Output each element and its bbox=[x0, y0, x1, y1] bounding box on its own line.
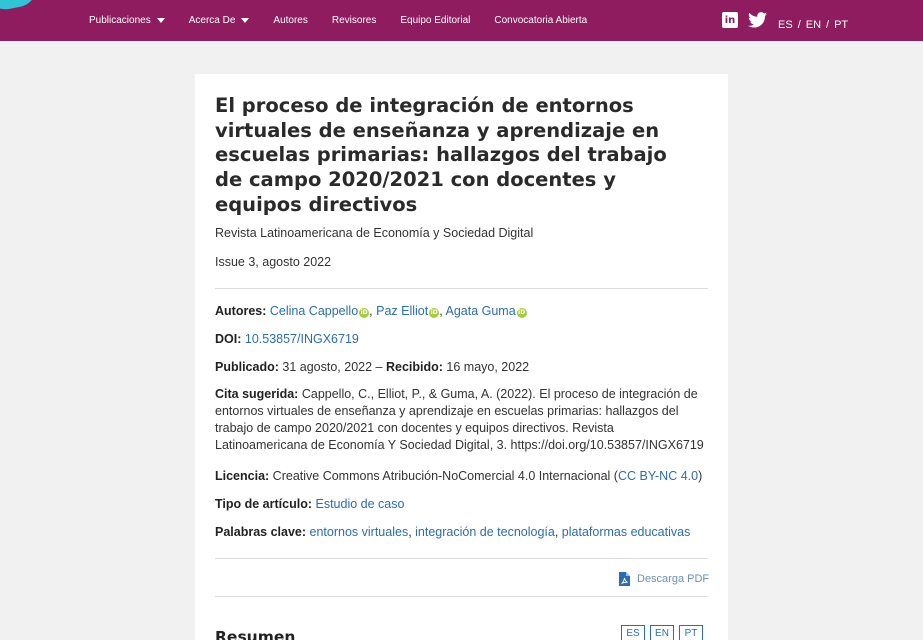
citation-label: Cita sugerida: bbox=[215, 387, 299, 401]
authors-label: Autores: bbox=[215, 304, 267, 318]
author-link[interactable]: Agata Guma bbox=[445, 304, 515, 318]
lang-es[interactable]: ES bbox=[778, 19, 793, 31]
author-link[interactable]: Celina Cappello bbox=[270, 304, 358, 318]
pdf-file-icon bbox=[619, 572, 630, 586]
lang-separator: / bbox=[826, 19, 830, 31]
article-type-link[interactable]: Estudio de caso bbox=[315, 497, 404, 511]
license-link[interactable]: CC BY-NC 4.0 bbox=[618, 469, 698, 483]
nav-equipo-editorial[interactable]: Equipo Editorial bbox=[400, 15, 470, 26]
issue-info: Issue 3, agosto 2022 bbox=[215, 255, 332, 269]
orcid-icon[interactable]: iD bbox=[429, 308, 440, 318]
doi-label: DOI: bbox=[215, 332, 242, 346]
published-date: 31 agosto, 2022 bbox=[282, 360, 373, 374]
license-row: Licencia: Creative Commons Atribución-No… bbox=[215, 468, 708, 485]
license-close: ) bbox=[698, 469, 703, 483]
main-nav: Publicaciones Acerca De Autores Revisore… bbox=[89, 0, 611, 41]
doi-row: DOI: 10.53857/INGX6719 bbox=[215, 331, 708, 348]
received-date: 16 mayo, 2022 bbox=[446, 360, 530, 374]
keywords-label: Palabras clave: bbox=[215, 525, 307, 539]
top-navbar: Publicaciones Acerca De Autores Revisore… bbox=[0, 0, 923, 41]
doi-link[interactable]: 10.53857/INGX6719 bbox=[245, 332, 359, 346]
download-pdf-link[interactable]: Descarga PDF bbox=[619, 572, 709, 586]
published-label: Publicado: bbox=[215, 360, 279, 374]
date-separator: – bbox=[375, 360, 383, 374]
article-card: El proceso de integración de entornos vi… bbox=[195, 74, 728, 640]
chevron-down-icon bbox=[156, 18, 165, 23]
orcid-icon[interactable]: iD bbox=[359, 308, 370, 318]
keywords-row: Palabras clave: entornos virtuales, inte… bbox=[215, 525, 691, 539]
language-switcher: ES / EN / PT bbox=[778, 19, 853, 31]
nav-publicaciones[interactable]: Publicaciones bbox=[89, 15, 165, 26]
nav-convocatoria-abierta[interactable]: Convocatoria Abierta bbox=[494, 15, 587, 26]
divider bbox=[215, 288, 708, 289]
author-link[interactable]: Paz Elliot bbox=[376, 304, 428, 318]
linkedin-icon[interactable]: in bbox=[722, 12, 738, 28]
summary-language-buttons: ES EN PT bbox=[621, 625, 708, 640]
summary-lang-en-button[interactable]: EN bbox=[650, 625, 674, 640]
download-pdf-label: Descarga PDF bbox=[637, 573, 710, 585]
article-title: El proceso de integración de entornos vi… bbox=[215, 94, 667, 216]
site-logo[interactable] bbox=[0, 0, 42, 14]
twitter-icon[interactable] bbox=[748, 12, 767, 28]
summary-heading: Resumen bbox=[215, 628, 296, 640]
nav-autores[interactable]: Autores bbox=[273, 15, 307, 26]
divider bbox=[215, 596, 708, 597]
received-label: Recibido: bbox=[385, 360, 443, 374]
nav-acerca-de-label: Acerca De bbox=[188, 15, 236, 26]
license-text: Creative Commons Atribución-NoComercial … bbox=[272, 469, 618, 483]
article-type-label: Tipo de artículo: bbox=[215, 497, 312, 511]
nav-acerca-de[interactable]: Acerca De bbox=[189, 15, 250, 26]
keyword-link[interactable]: integración de tecnología bbox=[415, 525, 555, 539]
social-links: in bbox=[722, 12, 767, 28]
keyword-link[interactable]: entornos virtuales bbox=[310, 525, 409, 539]
nav-revisores[interactable]: Revisores bbox=[332, 15, 376, 26]
divider bbox=[215, 558, 708, 559]
keyword-link[interactable]: plataformas educativas bbox=[562, 525, 691, 539]
lang-separator: / bbox=[797, 19, 801, 31]
orcid-icon[interactable]: iD bbox=[516, 308, 527, 318]
nav-publicaciones-label: Publicaciones bbox=[89, 15, 151, 26]
lang-en[interactable]: EN bbox=[806, 19, 821, 31]
article-type-row: Tipo de artículo: Estudio de caso bbox=[215, 496, 708, 513]
authors-row: Autores: Celina Cappello iD, Paz Elliot iD… bbox=[215, 304, 527, 318]
summary-lang-es-button[interactable]: ES bbox=[621, 625, 645, 640]
summary-lang-pt-button[interactable]: PT bbox=[679, 625, 703, 640]
dates-row: Publicado: 31 agosto, 2022 – Recibido: 1… bbox=[215, 359, 708, 376]
license-label: Licencia: bbox=[215, 469, 270, 483]
lang-pt[interactable]: PT bbox=[834, 19, 848, 31]
citation-row: Cita sugerida: Cappello, C., Elliot, P.,… bbox=[215, 386, 708, 454]
journal-name: Revista Latinoamericana de Economía y So… bbox=[215, 226, 534, 240]
chevron-down-icon bbox=[241, 18, 250, 23]
